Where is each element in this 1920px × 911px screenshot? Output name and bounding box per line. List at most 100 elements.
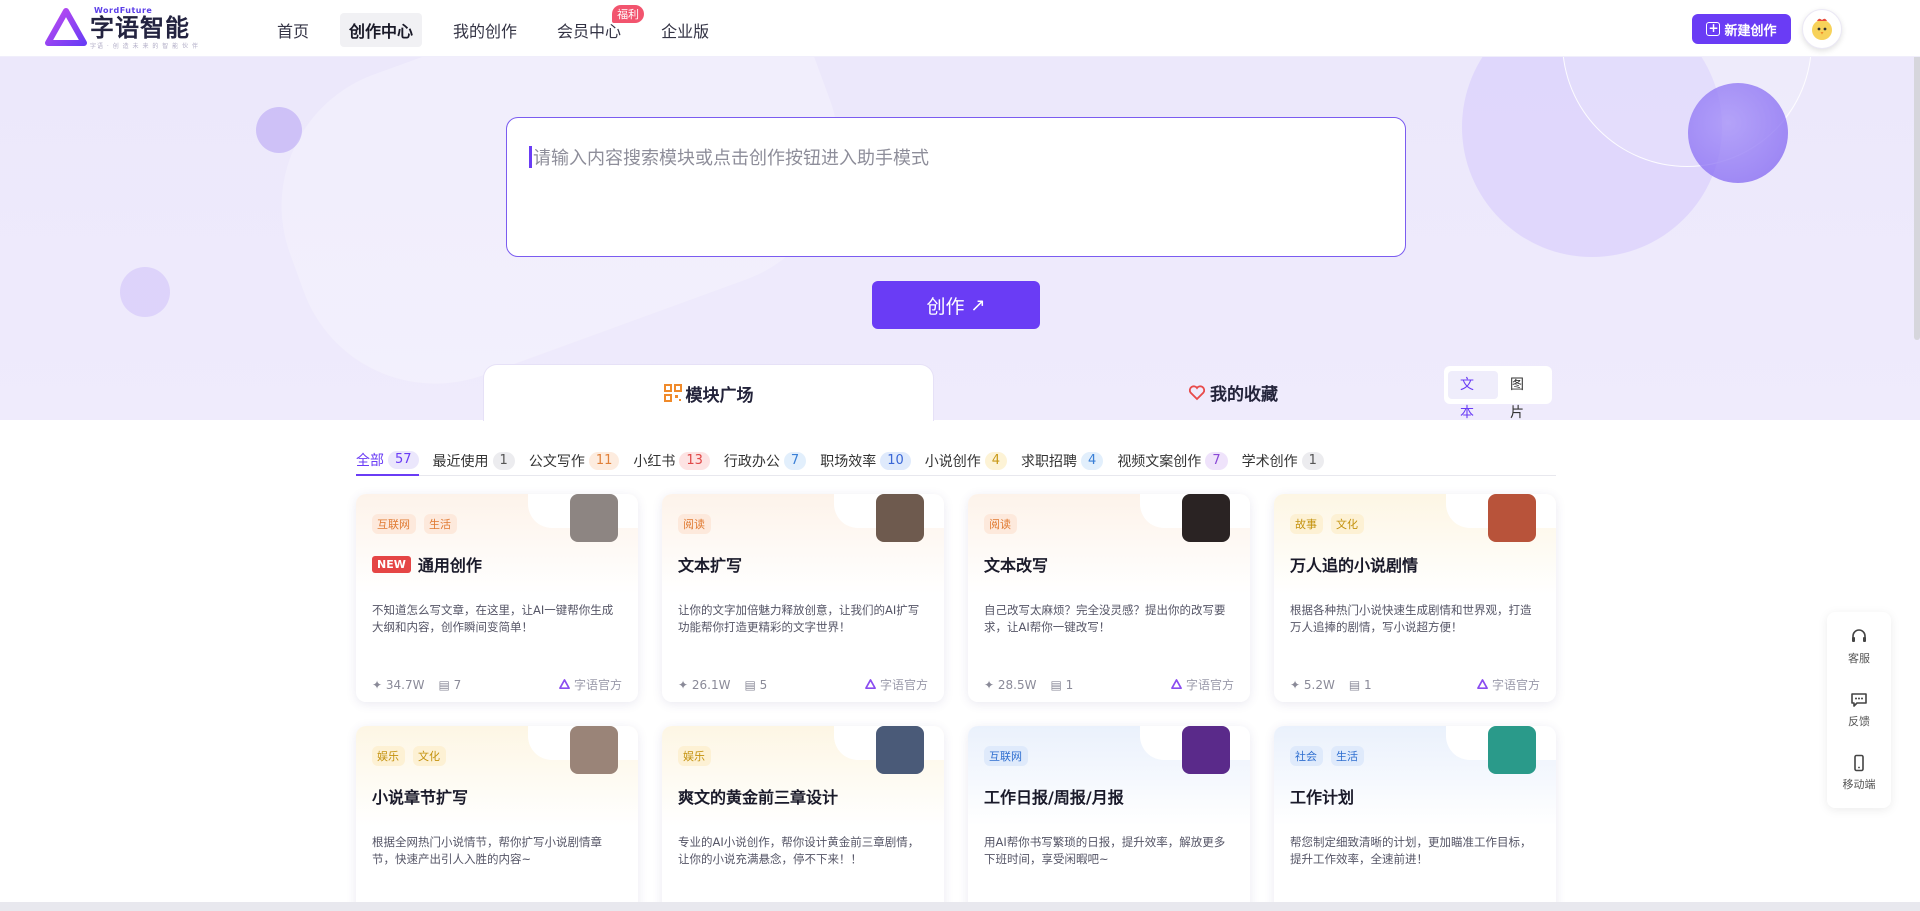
category-filter-item[interactable]: 行政办公 7 — [724, 446, 807, 476]
card-tags: 社会 生活 — [1290, 746, 1372, 766]
category-filter-item[interactable]: 全部 57 — [356, 446, 419, 476]
module-card[interactable]: 互联网 工作日报/周报/月报 用AI帮你书写繁琐的日报，提升效率，解放更多下班时间，… — [968, 726, 1250, 911]
logo-icon — [45, 8, 87, 46]
module-card[interactable]: 互联网 生活 NEW 通用创作 不知道怎么写文章，在这里，让AI一键帮你生成大纲和内容，… — [356, 494, 638, 702]
side-panel: 客服 反馈 移动端 — [1827, 612, 1891, 808]
card-title-text: 爽文的黄金前三章设计 — [678, 788, 839, 807]
author: 字语官方 — [1477, 676, 1540, 693]
side-service-label: 客服 — [1848, 652, 1870, 665]
content-type-toggle: 文本 图片 — [1444, 366, 1552, 421]
module-card[interactable]: 阅读文本扩写让你的文字加倍魅力释放创意，让我们的AI扩写功能帮你打造更精彩的文字… — [662, 494, 944, 702]
card-thumbnail — [876, 726, 924, 774]
card-description: 自己改写太麻烦？完全没灵感？提出你的改写要求，让AI帮你一键改写！ — [984, 603, 1226, 634]
tab-my-favorites[interactable]: 我的收藏 — [1083, 364, 1383, 421]
nav-home-label: 首页 — [277, 22, 310, 41]
card-thumbnail — [876, 494, 924, 542]
card-title-text: 文本扩写 — [678, 556, 743, 575]
top-header: WordFuture 字语智能 字语 · 创 造 未 来 的 智 能 伙 伴 首… — [0, 0, 1920, 57]
comment-count: 1 — [1364, 677, 1372, 692]
category-filter-item[interactable]: 最近使用 1 — [433, 446, 515, 476]
card-thumbnail — [570, 494, 618, 542]
category-label: 最近使用 — [432, 453, 489, 470]
category-filter-item[interactable]: 职场效率 10 — [820, 446, 911, 476]
card-tag: 文化 — [1331, 514, 1364, 534]
card-tag: 生活 — [1331, 746, 1364, 766]
card-title-text: 文本改写 — [984, 556, 1049, 575]
plus-icon: + — [1706, 21, 1721, 36]
side-mobile-label: 移动端 — [1842, 778, 1876, 791]
category-filter-item[interactable]: 求职招聘 4 — [1021, 446, 1104, 476]
card-tag: 社会 — [1290, 746, 1323, 766]
create-button[interactable]: 创作 ↗ — [872, 281, 1040, 329]
side-customer-service[interactable]: 客服 — [1827, 616, 1891, 678]
category-filter-item[interactable]: 公文写作 11 — [529, 446, 620, 476]
side-feedback[interactable]: 反馈 — [1827, 679, 1891, 741]
card-title: 万人追的小说剧情 — [1290, 552, 1418, 576]
module-card[interactable]: 社会 生活 工作计划 帮您制定细致清晰的计划，更加瞄准工作目标，提升工作效率，全速前进… — [1274, 726, 1556, 911]
author: 字语官方 — [865, 676, 928, 693]
category-label: 小说创作 — [924, 453, 981, 470]
sparkle-icon: ✦ — [372, 677, 383, 692]
tab-module-plaza-label: 模块广场 — [685, 385, 754, 406]
logo-cn: 字语智能 — [90, 14, 190, 42]
author-name: 字语官方 — [1185, 678, 1234, 692]
category-count: 7 — [1205, 451, 1228, 470]
category-filter-item[interactable]: 学术创作 1 — [1242, 446, 1324, 476]
main-nav: 首页 创作中心 我的创作 会员中心 福利 企业版 — [268, 5, 740, 47]
card-description: 让你的文字加倍魅力释放创意，让我们的AI扩写功能帮你打造更精彩的文字世界！ — [678, 603, 920, 634]
search-input[interactable] — [533, 144, 1383, 244]
nav-enterprise[interactable]: 企业版 — [652, 13, 718, 47]
search-box[interactable] — [506, 117, 1406, 257]
card-tag: 阅读 — [984, 514, 1017, 534]
nav-creation-center[interactable]: 创作中心 — [340, 13, 423, 47]
comment-icon: ▤ — [1050, 677, 1062, 692]
card-tag: 娱乐 — [372, 746, 405, 766]
sparkle-icon: ✦ — [678, 677, 689, 692]
nav-my-creations-label: 我的创作 — [453, 22, 518, 41]
horizontal-scrollbar-track[interactable] — [0, 902, 1920, 911]
nav-my-creations[interactable]: 我的创作 — [444, 13, 526, 47]
comment-count: 1 — [1065, 677, 1074, 692]
module-card[interactable]: 娱乐 文化 小说章节扩写 根据全网热门小说情节，帮你扩写小说剧情章节，快速产出引人入胜… — [356, 726, 638, 911]
card-tags: 阅读 — [678, 514, 719, 534]
logo[interactable]: WordFuture 字语智能 字语 · 创 造 未 来 的 智 能 伙 伴 — [44, 6, 199, 50]
module-card[interactable]: 阅读文本改写自己改写太麻烦？完全没灵感？提出你的改写要求，让AI帮你一键改写！ ✦… — [968, 494, 1250, 702]
card-title-text: 通用创作 — [417, 556, 482, 575]
card-footer: ✦ 5.2W ▤ 1 字语官方 — [1290, 676, 1540, 693]
category-filter-item[interactable]: 小说创作 4 — [924, 446, 1008, 476]
card-tags: 娱乐 文化 — [372, 746, 454, 766]
usage-count: 5.2W — [1303, 677, 1335, 692]
category-filter-item[interactable]: 视频文案创作 7 — [1117, 446, 1228, 476]
category-count: 1 — [492, 451, 515, 470]
grid-icon — [663, 384, 682, 402]
module-card[interactable]: 娱乐爽文的黄金前三章设计专业的AI小说创作，帮你设计黄金前三章剧情，让你的小说充… — [662, 726, 944, 911]
nav-home[interactable]: 首页 — [268, 13, 318, 47]
card-title: 工作日报/周报/月报 — [984, 784, 1124, 808]
new-creation-button[interactable]: + 新建创作 — [1692, 14, 1791, 44]
card-title-text: 工作计划 — [1290, 788, 1355, 807]
card-description: 专业的AI小说创作，帮你设计黄金前三章剧情，让你的小说充满悬念，停不下来！！ — [678, 835, 920, 866]
welfare-badge: 福利 — [612, 5, 645, 23]
card-title-text: 工作日报/周报/月报 — [984, 788, 1124, 807]
sparkle-icon: ✦ — [984, 677, 995, 692]
logo-subtitle: 字语 · 创 造 未 来 的 智 能 伙 伴 — [90, 43, 199, 50]
module-card[interactable]: 故事 文化 万人追的小说剧情 根据各种热门小说快速生成剧情和世界观，打造万人追捧的剧情… — [1274, 494, 1556, 702]
comment-icon: ▤ — [438, 677, 450, 692]
card-tag: 娱乐 — [678, 746, 711, 766]
toggle-image[interactable]: 图片 — [1498, 371, 1548, 421]
nav-membership[interactable]: 会员中心 福利 — [548, 5, 645, 47]
card-title-text: 万人追的小说剧情 — [1290, 556, 1419, 575]
category-label: 求职招聘 — [1021, 453, 1078, 470]
card-tags: 互联网 — [984, 746, 1036, 766]
sparkle-icon: ✦ — [1290, 677, 1301, 692]
avatar[interactable] — [1802, 9, 1842, 49]
brand-triangle-icon — [1477, 679, 1489, 689]
decor-dot — [256, 107, 302, 153]
category-filter-item[interactable]: 小红书 13 — [633, 446, 710, 476]
toggle-text[interactable]: 文本 — [1448, 371, 1498, 421]
decor-dot — [120, 267, 170, 317]
mobile-phone-icon — [1854, 754, 1864, 772]
card-thumbnail — [1488, 726, 1536, 774]
tab-module-plaza[interactable]: 模块广场 — [483, 364, 934, 421]
side-mobile[interactable]: 移动端 — [1827, 742, 1891, 804]
